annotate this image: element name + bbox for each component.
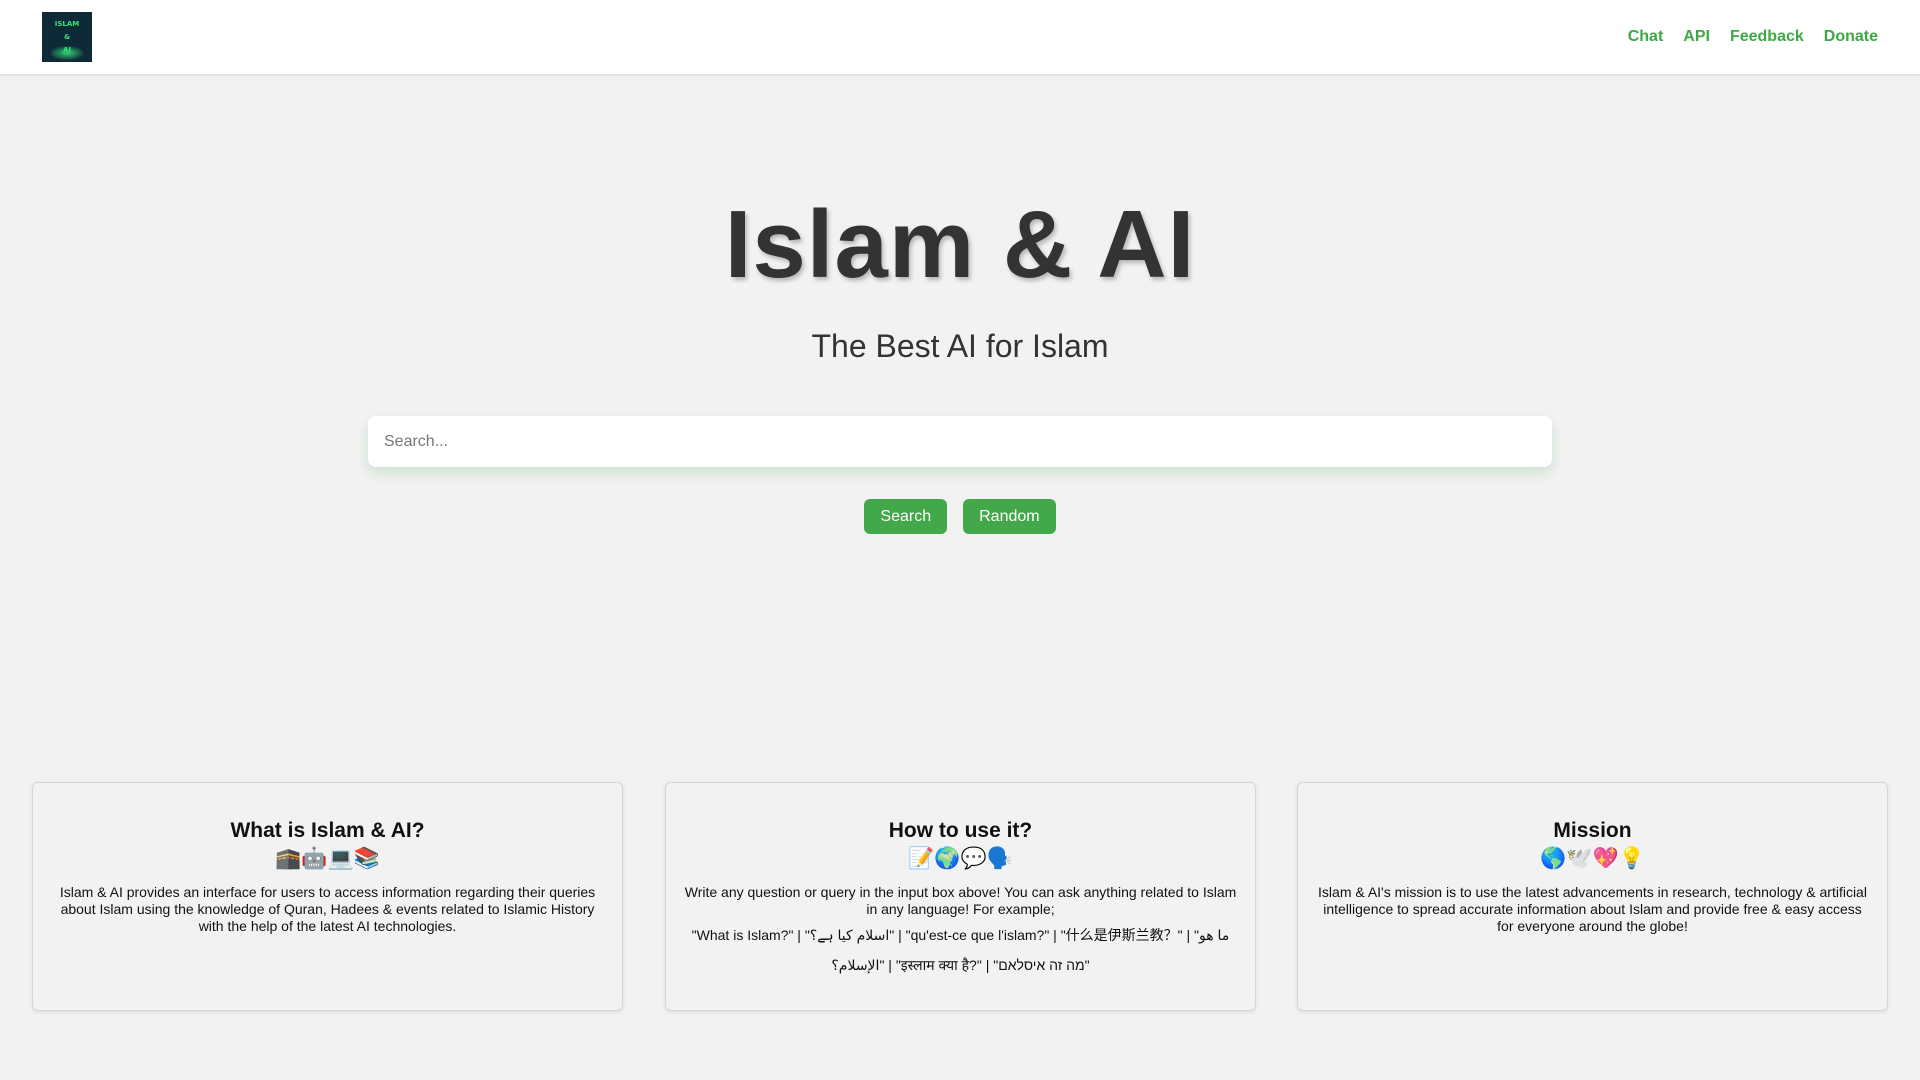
navbar: ISLAM & AI Chat API Feedback Donate	[0, 0, 1920, 74]
hero-title: Islam & AI	[724, 191, 1196, 298]
nav-link-api[interactable]: API	[1683, 28, 1710, 46]
card-how-to-use: How to use it? 📝🌍💬🗣️ Write any question …	[665, 782, 1256, 1011]
logo-glow-icon	[50, 46, 84, 60]
nav-link-feedback[interactable]: Feedback	[1730, 28, 1804, 46]
nav-links: Chat API Feedback Donate	[1628, 28, 1878, 46]
nav-link-donate[interactable]: Donate	[1824, 28, 1878, 46]
card-examples: "What is Islam?" | "اسلام کیا ہے؟" | "qu…	[691, 927, 1230, 973]
random-button[interactable]: Random	[963, 499, 1056, 534]
hero-subtitle: The Best AI for Islam	[811, 328, 1109, 364]
search-button[interactable]: Search	[864, 499, 948, 534]
nav-link-chat[interactable]: Chat	[1628, 28, 1664, 46]
card-emoji-icons: 📝🌍💬🗣️	[908, 846, 1013, 870]
card-title: How to use it?	[888, 819, 1033, 842]
card-emoji-icons: 🕋🤖💻📚	[275, 846, 380, 870]
card-title: Mission	[1553, 819, 1632, 842]
card-what-is: What is Islam & AI? 🕋🤖💻📚 Islam & AI prov…	[32, 782, 623, 1011]
card-title: What is Islam & AI?	[230, 819, 425, 842]
card-text: Islam & AI provides an interface for use…	[59, 884, 596, 934]
search-actions: Search Random	[0, 499, 1920, 534]
site-logo[interactable]: ISLAM & AI	[42, 12, 92, 62]
card-text: Write any question or query in the input…	[684, 884, 1237, 917]
search-input[interactable]	[368, 416, 1552, 467]
card-emoji-icons: 🌎🕊️💖💡	[1540, 846, 1645, 870]
card-text: Islam & AI's mission is to use the lates…	[1318, 884, 1867, 934]
card-mission: Mission 🌎🕊️💖💡 Islam & AI's mission is to…	[1297, 782, 1888, 1011]
